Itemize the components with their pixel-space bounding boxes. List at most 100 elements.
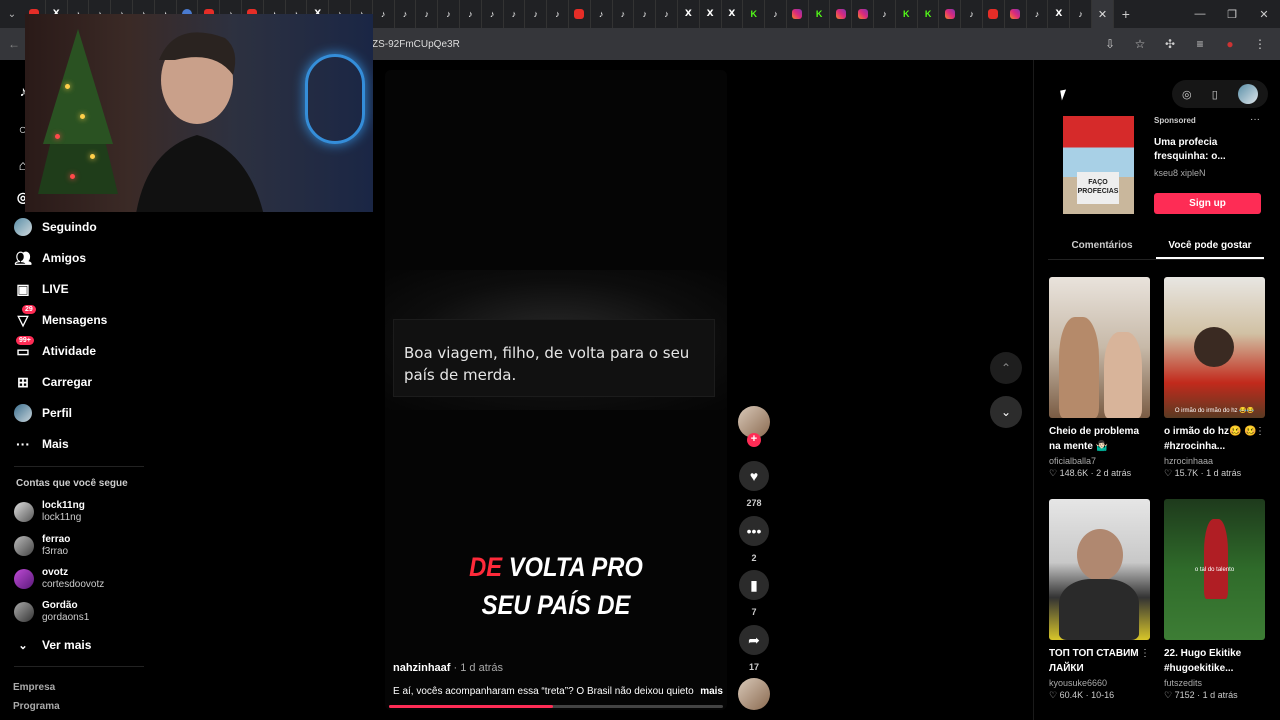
- footer-link[interactable]: Programa: [13, 701, 60, 712]
- more-button[interactable]: mais: [700, 686, 723, 697]
- bookmark-star-icon[interactable]: ☆: [1128, 32, 1152, 56]
- browser-tab[interactable]: ♪: [525, 0, 548, 28]
- like-button[interactable]: ♥: [739, 461, 769, 491]
- video-thumbnail[interactable]: o tal do talento: [1164, 499, 1265, 640]
- browser-tab[interactable]: [830, 0, 853, 28]
- following-account[interactable]: ferrao f3rrao: [14, 534, 70, 558]
- video-progress-bar[interactable]: [389, 705, 723, 708]
- address-bar[interactable]: ZS-92FmCUpQe3R: [372, 32, 1112, 56]
- browser-tab[interactable]: ♪: [613, 0, 635, 28]
- following-account[interactable]: lock11ng lock11ng: [14, 500, 85, 524]
- sidebar-item-friends[interactable]: 👥︎ Amigos: [14, 249, 86, 267]
- video-player[interactable]: Boa viagem, filho, de volta para o seu p…: [385, 70, 727, 710]
- sidebar-item-upload[interactable]: ⊞ Carregar: [14, 373, 92, 391]
- card-author[interactable]: futszedits: [1164, 678, 1265, 688]
- menu-icon[interactable]: ⋮: [1248, 32, 1272, 56]
- ad-thumbnail[interactable]: FAÇO PROFECIAS: [1063, 116, 1134, 214]
- browser-tab[interactable]: [569, 0, 591, 28]
- card-author[interactable]: hzrocinhaaa: [1164, 456, 1265, 466]
- sound-avatar[interactable]: [738, 678, 770, 710]
- maximize-button[interactable]: ❐: [1216, 0, 1248, 28]
- tab-you-may-like[interactable]: Você pode gostar: [1156, 236, 1264, 259]
- browser-tab[interactable]: [787, 0, 809, 28]
- sidebar-item-more[interactable]: ··· Mais: [14, 435, 69, 453]
- active-tab[interactable]: ✕: [1092, 0, 1114, 28]
- browser-tab[interactable]: ♪: [961, 0, 984, 28]
- ad-title[interactable]: Uma profecia fresquinha: o...: [1154, 136, 1254, 164]
- profile-avatar[interactable]: ●: [1218, 32, 1242, 56]
- back-button[interactable]: ←: [0, 37, 28, 51]
- video-thumbnail[interactable]: [1049, 277, 1150, 418]
- tab-comments[interactable]: Comentários: [1048, 236, 1156, 259]
- phone-icon[interactable]: ▯: [1212, 88, 1218, 101]
- previous-video-button[interactable]: ⌃: [990, 352, 1022, 384]
- browser-tab[interactable]: K: [918, 0, 940, 28]
- browser-tab[interactable]: [1005, 0, 1027, 28]
- browser-tab[interactable]: ♪: [416, 0, 439, 28]
- close-icon[interactable]: ✕: [1098, 8, 1107, 21]
- browser-tab[interactable]: K: [743, 0, 766, 28]
- browser-tab[interactable]: ♪: [1070, 0, 1093, 28]
- card-author[interactable]: kyousuke6660: [1049, 678, 1150, 688]
- browser-tab[interactable]: X: [1048, 0, 1071, 28]
- sidebar-item-activity[interactable]: ▭ 99+ Atividade: [14, 336, 96, 360]
- browser-tab[interactable]: ♪: [438, 0, 460, 28]
- browser-tab[interactable]: ♪: [482, 0, 504, 28]
- save-button[interactable]: ▮: [739, 570, 769, 600]
- browser-tab[interactable]: ♪: [504, 0, 526, 28]
- browser-tab[interactable]: ♪: [874, 0, 896, 28]
- browser-tab[interactable]: [939, 0, 962, 28]
- share-button[interactable]: ➦: [739, 625, 769, 655]
- divider: [14, 466, 144, 467]
- browser-tab[interactable]: X: [722, 0, 744, 28]
- browser-tab[interactable]: K: [809, 0, 831, 28]
- card-author[interactable]: oficialballa7: [1049, 456, 1150, 466]
- sidebar-item-profile[interactable]: Perfil: [14, 404, 72, 422]
- browser-tab[interactable]: [852, 0, 875, 28]
- card-stats: ♡ 15.7K · 1 d atrás: [1164, 468, 1242, 478]
- user-avatar[interactable]: [1237, 84, 1258, 104]
- tt-favicon-icon: ♪: [533, 9, 538, 19]
- sidebar-item-following[interactable]: Seguindo: [14, 218, 97, 236]
- browser-tab[interactable]: ♪: [634, 0, 657, 28]
- author-name[interactable]: nahzinhaaf: [393, 662, 450, 674]
- next-video-button[interactable]: ⌄: [990, 396, 1022, 428]
- browser-tab[interactable]: ♪: [591, 0, 613, 28]
- recommended-video-card[interactable]: O irmão do irmão do hz 😂😂 o irmão do hz🥴…: [1164, 277, 1265, 479]
- browser-tab[interactable]: ♪: [1027, 0, 1049, 28]
- comment-button[interactable]: •••: [739, 516, 769, 546]
- browser-tab[interactable]: K: [896, 0, 918, 28]
- footer-link[interactable]: Empresa: [13, 682, 55, 693]
- browser-tab[interactable]: ♪: [395, 0, 417, 28]
- browser-tab[interactable]: [983, 0, 1005, 28]
- install-icon[interactable]: ⇩: [1098, 32, 1122, 56]
- extensions-icon[interactable]: ✣: [1158, 32, 1182, 56]
- browser-tab[interactable]: ♪: [547, 0, 569, 28]
- sidebar-item-live[interactable]: ▣ LIVE: [14, 280, 68, 298]
- recommended-video-card[interactable]: o tal do talento 22. Hugo Ekitike #hugoe…: [1164, 499, 1265, 701]
- signup-button[interactable]: Sign up: [1154, 193, 1261, 214]
- following-account[interactable]: Gordão gordaons1: [14, 600, 89, 624]
- browser-tab[interactable]: ♪: [656, 0, 678, 28]
- browser-tab[interactable]: ♪: [765, 0, 787, 28]
- new-tab-button[interactable]: +: [1114, 6, 1138, 22]
- browser-tab[interactable]: ♪: [373, 0, 395, 28]
- browser-tab[interactable]: ♪: [460, 0, 482, 28]
- browser-tab[interactable]: X: [700, 0, 722, 28]
- recommended-video-card[interactable]: Cheio de problema na mente 🤷🏻‍♂️ oficial…: [1049, 277, 1150, 479]
- see-more-button[interactable]: ⌄ Ver mais: [14, 636, 91, 654]
- compass-icon[interactable]: ◎: [1182, 88, 1192, 101]
- sidebar-item-messages[interactable]: ▽ 29 Mensagens: [14, 305, 107, 329]
- tab-search-button[interactable]: ⌄: [0, 0, 24, 28]
- video-thumbnail[interactable]: O irmão do irmão do hz 😂😂: [1164, 277, 1265, 418]
- media-icon[interactable]: ≡: [1188, 32, 1212, 56]
- follow-plus-button[interactable]: +: [747, 433, 761, 447]
- browser-tab[interactable]: X: [678, 0, 700, 28]
- video-author[interactable]: nahzinhaaf · 1 d atrás: [393, 662, 503, 674]
- minimize-button[interactable]: —: [1184, 0, 1216, 28]
- following-account[interactable]: ovotz cortesdoovotz: [14, 567, 104, 591]
- ad-more-icon[interactable]: ···: [1250, 114, 1260, 125]
- recommended-video-card[interactable]: ТОП ТОП СТАВИМ ЛАЙКИ ⋮ kyousuke6660 ♡ 60.…: [1049, 499, 1150, 701]
- close-window-button[interactable]: ✕: [1248, 0, 1280, 28]
- video-thumbnail[interactable]: [1049, 499, 1150, 640]
